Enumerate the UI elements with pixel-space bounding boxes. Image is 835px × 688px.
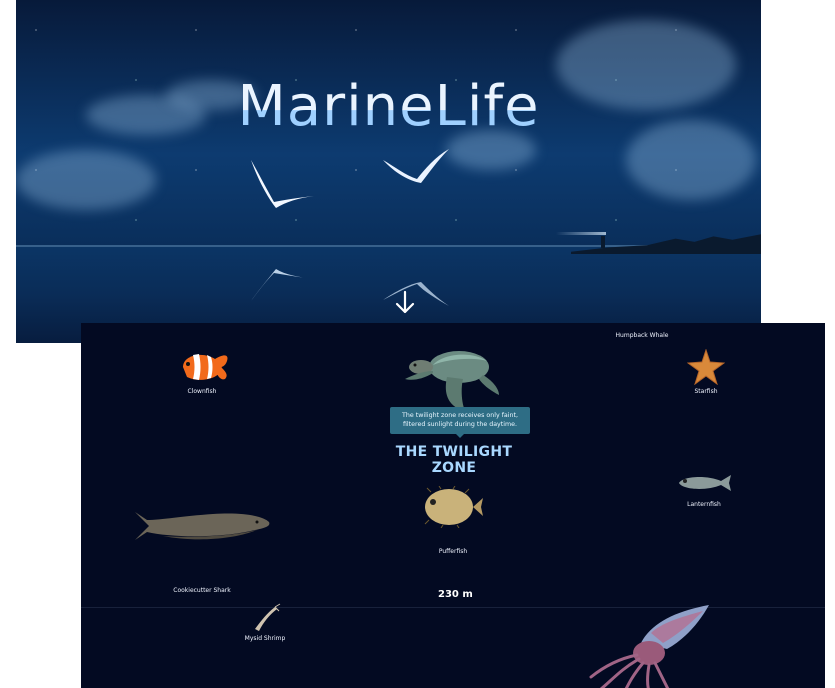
lanternfish-image[interactable] <box>677 473 733 493</box>
clownfish-label: Clownfish <box>187 388 217 395</box>
seagull-icon <box>251 160 314 208</box>
clownfish-image[interactable] <box>175 349 229 385</box>
lighthouse <box>601 236 605 248</box>
pufferfish-label: Pufferfish <box>438 548 468 555</box>
depth-indicator: 230 m <box>438 589 473 600</box>
humpback-whale-label: Humpback Whale <box>615 332 669 339</box>
lanternfish-label: Lanternfish <box>687 501 721 508</box>
site-title: MarineLife <box>16 74 761 139</box>
mysid-shrimp-image[interactable] <box>251 603 281 633</box>
seagull-reflection-icon <box>251 269 314 301</box>
twilight-zone-section: Clownfish Humpback Whale Starfish The tw… <box>81 323 825 688</box>
seagull-icon <box>383 149 449 183</box>
hero-banner: MarineLife <box>16 0 761 343</box>
starfish-image[interactable] <box>687 349 725 385</box>
seagull-reflection-icon <box>383 282 449 306</box>
zone-description-tooltip: The twilight zone receives only faint, f… <box>390 407 530 438</box>
pufferfish-image[interactable] <box>421 486 485 528</box>
zone-title: THE TWILIGHT ZONE <box>395 444 513 476</box>
cookiecutter-shark-image[interactable] <box>133 508 271 544</box>
mysid-shrimp-label: Mysid Shrimp <box>244 635 286 642</box>
lighthouse-beam <box>556 232 606 235</box>
down-arrow-icon[interactable] <box>394 290 416 316</box>
starfish-label: Starfish <box>694 388 718 395</box>
cloud <box>16 150 156 210</box>
cookiecutter-shark-label: Cookiecutter Shark <box>173 587 231 594</box>
squid-image[interactable] <box>581 603 716 688</box>
sea-turtle-image[interactable] <box>403 345 501 411</box>
